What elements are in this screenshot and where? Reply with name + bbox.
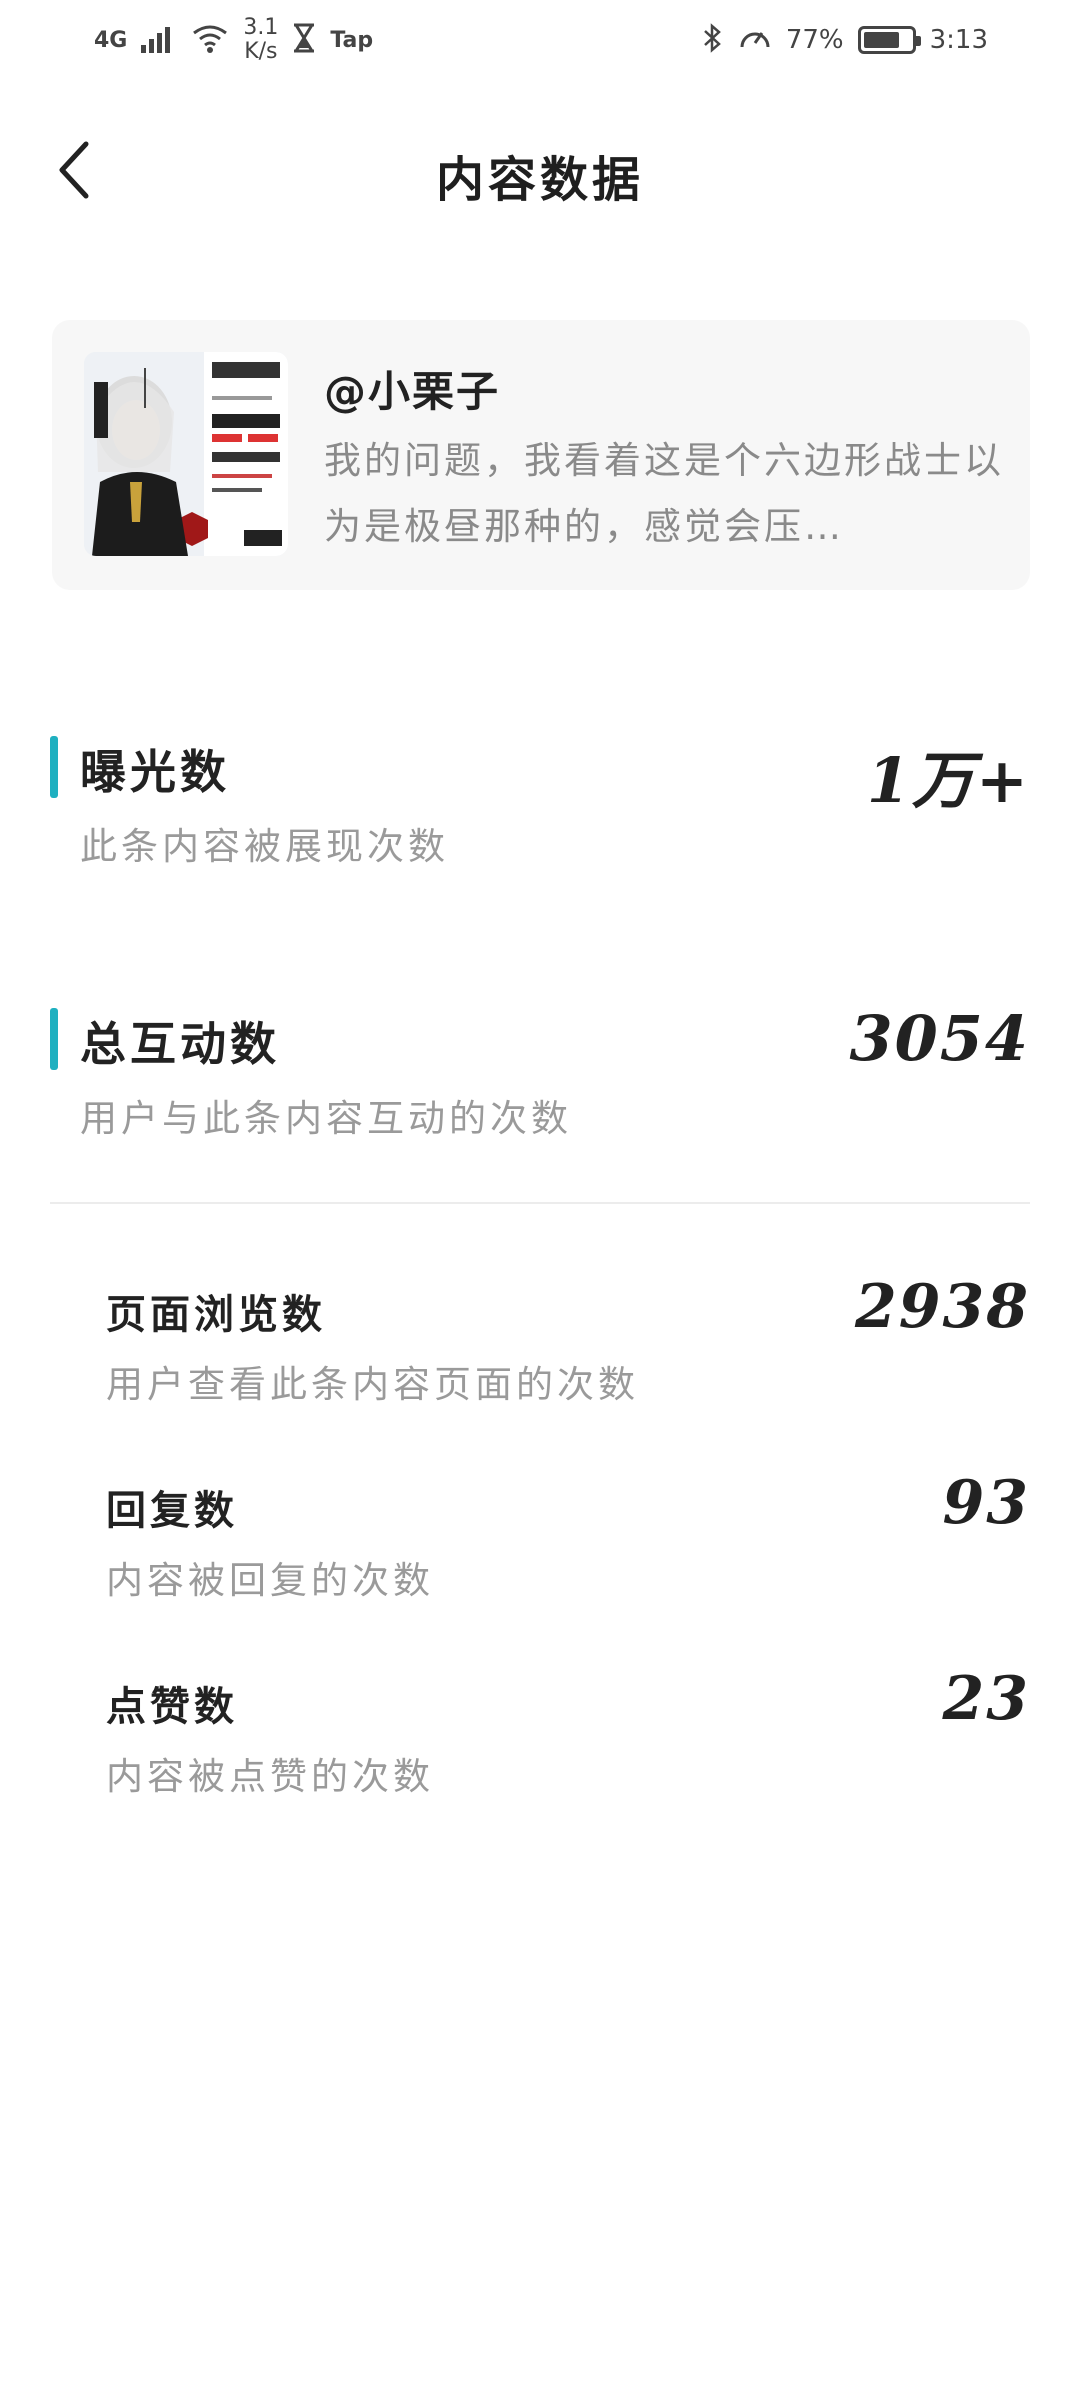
metric-description: 此条内容被展现次数 <box>80 825 449 868</box>
network-type: 4G <box>94 27 128 53</box>
wifi-icon <box>191 23 229 57</box>
metric-label: 曝光数 <box>80 745 230 799</box>
metric-description: 用户查看此条内容页面的次数 <box>106 1363 639 1406</box>
page-title: 内容数据 <box>435 152 644 208</box>
post-image <box>84 352 288 556</box>
accent-bar <box>50 736 58 798</box>
metric-value: 3054 <box>849 1002 1030 1075</box>
speedometer-icon <box>738 23 772 57</box>
signal-icon <box>141 23 177 57</box>
metric-label: 点赞数 <box>106 1684 238 1730</box>
metric-label: 页面浏览数 <box>106 1292 326 1338</box>
metric-value: 23 <box>942 1664 1030 1734</box>
accent-bar <box>50 1008 58 1070</box>
post-author: @小栗子 <box>324 367 501 416</box>
metric-value: 93 <box>942 1468 1030 1538</box>
metric-label: 回复数 <box>106 1488 238 1534</box>
metric-description: 用户与此条内容互动的次数 <box>80 1097 572 1140</box>
battery-fill <box>863 32 900 48</box>
post-thumbnail[interactable] <box>84 352 288 556</box>
metric-value: 2938 <box>855 1272 1030 1342</box>
header: 内容数据 <box>0 120 1080 220</box>
speed-value: 3.1 <box>243 15 279 40</box>
metric-description: 内容被点赞的次数 <box>106 1755 434 1798</box>
metric-description: 内容被回复的次数 <box>106 1559 434 1602</box>
status-bar: 4G 3.1 K/s Tap 77% 3:13 <box>0 0 1080 80</box>
metric-value: 1万+ <box>866 744 1030 817</box>
metric-label: 总互动数 <box>80 1017 280 1071</box>
clock: 3:13 <box>929 25 988 55</box>
post-card[interactable]: @小栗子 我的问题，我看着这是个六边形战士以为是极昼那种的，感觉会压… <box>52 320 1030 590</box>
bluetooth-icon <box>702 23 724 57</box>
post-excerpt: 我的问题，我看着这是个六边形战士以为是极昼那种的，感觉会压… <box>324 439 1004 548</box>
network-speed: 3.1 K/s <box>243 16 278 64</box>
divider <box>50 1202 1030 1204</box>
speed-unit: K/s <box>244 39 278 64</box>
app-notification-label: Tap <box>330 27 374 53</box>
hourglass-icon <box>292 23 316 57</box>
battery-icon <box>857 26 921 54</box>
battery-percent: 77% <box>785 25 844 55</box>
